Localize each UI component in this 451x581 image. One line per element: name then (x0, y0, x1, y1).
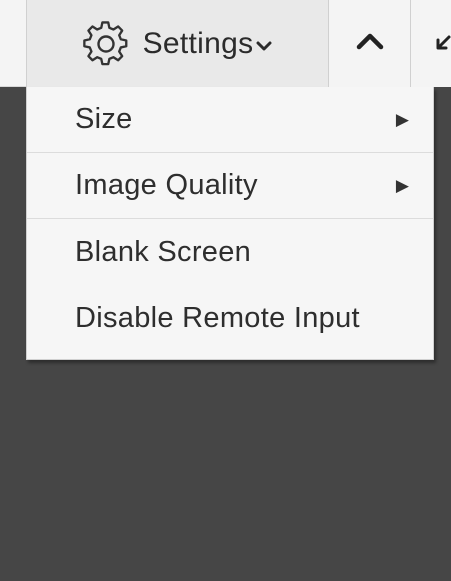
expand-arrows-icon (435, 31, 451, 56)
gear-icon (82, 20, 129, 67)
toolbar: Settings (0, 0, 451, 87)
settings-label: Settings (142, 26, 254, 60)
menu-item-blank-screen[interactable]: Blank Screen (27, 219, 433, 285)
menu-item-label: Disable Remote Input (75, 301, 360, 334)
menu-item-size[interactable]: Size ▶ (27, 87, 433, 153)
settings-dropdown-button[interactable]: Settings (26, 0, 329, 87)
collapse-toolbar-button[interactable] (329, 0, 411, 87)
submenu-arrow-icon: ▶ (395, 175, 409, 195)
chevron-down-icon (256, 40, 272, 52)
menu-item-label: Size (75, 103, 133, 135)
fullscreen-button[interactable] (411, 0, 451, 87)
menu-item-label: Blank Screen (75, 235, 252, 268)
menu-item-label: Image Quality (75, 169, 258, 201)
submenu-arrow-icon: ▶ (395, 109, 409, 129)
chevron-up-icon (356, 31, 384, 56)
menu-item-image-quality[interactable]: Image Quality ▶ (27, 153, 433, 219)
menu-item-disable-remote-input[interactable]: Disable Remote Input (27, 285, 433, 359)
settings-menu: Size ▶ Image Quality ▶ Blank Screen Disa… (26, 87, 434, 360)
